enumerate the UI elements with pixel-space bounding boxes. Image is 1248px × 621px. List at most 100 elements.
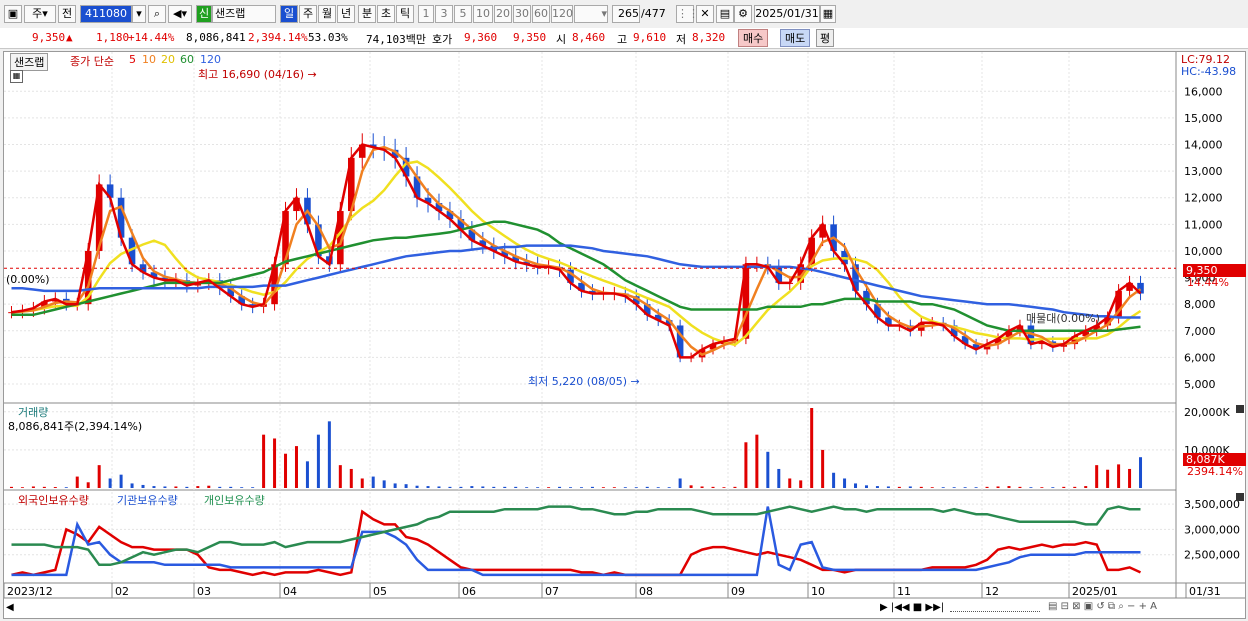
- zoom-slider[interactable]: [950, 603, 1040, 612]
- volume-value-label: 8,086,841주(2,394.14%): [8, 420, 143, 433]
- volume-bar: [558, 486, 562, 488]
- chart-menu-icon[interactable]: ▣: [4, 5, 22, 23]
- x-tick-label: 2023/12: [7, 585, 53, 598]
- volume-bar: [437, 486, 441, 488]
- gear-icon[interactable]: ⚙: [734, 5, 752, 23]
- calendar-icon[interactable]: ▦: [820, 5, 836, 23]
- holding-tick-label: 3,500,000: [1184, 498, 1240, 511]
- volume-bar: [218, 486, 222, 488]
- low-label: 저: [676, 33, 687, 46]
- individual-holding-line: [11, 505, 1141, 567]
- low-price: 8,320: [692, 31, 726, 44]
- x-tick-label: 10: [811, 585, 825, 598]
- volume-bar: [1007, 486, 1011, 488]
- interval-120[interactable]: 120: [551, 5, 573, 23]
- volume-bar: [678, 478, 682, 488]
- volume-bar: [174, 486, 178, 488]
- interval-dropdown[interactable]: ▾: [574, 5, 608, 23]
- volume-bar: [1139, 457, 1143, 488]
- volume-bar: [152, 486, 156, 488]
- buy-button[interactable]: 매수: [738, 29, 769, 47]
- stock-tab[interactable]: 샌즈랩: [10, 53, 49, 71]
- change-percent: +14.44%: [128, 31, 175, 44]
- volume-bar: [503, 486, 507, 488]
- period-second[interactable]: 초: [377, 5, 395, 23]
- turnover: 53.03%: [308, 31, 348, 44]
- left-percent-label: (0.00%): [6, 273, 50, 286]
- interval-3[interactable]: 3: [435, 5, 453, 23]
- period-day[interactable]: 일: [280, 5, 298, 23]
- volume-bar: [569, 487, 573, 488]
- x-tick-label: 09: [731, 585, 745, 598]
- volume-bar: [843, 478, 847, 488]
- x-tick-label: 01/31: [1189, 585, 1221, 598]
- volume-bar: [547, 487, 551, 488]
- institution-holding-line: [11, 506, 1141, 577]
- trade-amount: 74,103백만: [366, 33, 426, 46]
- view-controls[interactable]: ▤ ⊟ ⊠ ▣ ↺ ⧉ ⌕ − + A: [1048, 601, 1157, 612]
- volume-bar: [42, 486, 46, 488]
- interval-60[interactable]: 60: [532, 5, 550, 23]
- crosshair-icon[interactable]: ✕: [696, 5, 714, 23]
- min-price-label: 최저 5,220 (08/05) →: [528, 375, 640, 388]
- hc-label: HC:-43.98: [1181, 65, 1237, 78]
- volume-close-icon[interactable]: [1236, 405, 1244, 413]
- stock-code-input[interactable]: 411080: [80, 5, 132, 23]
- volume-bar: [525, 487, 529, 488]
- interval-10[interactable]: 10: [473, 5, 493, 23]
- price-tick-label: 12,000: [1184, 192, 1223, 205]
- volume-bar: [832, 472, 836, 488]
- volume-bar: [382, 480, 386, 488]
- interval-1[interactable]: 1: [418, 5, 434, 23]
- eval-button[interactable]: 평: [816, 29, 835, 47]
- interval-30[interactable]: 30: [513, 5, 531, 23]
- open-price: 8,460: [572, 31, 606, 44]
- volume-bar: [623, 487, 627, 488]
- volume-ratio: 2,394.14%: [248, 31, 308, 44]
- hoga-label: 호가: [432, 33, 453, 46]
- volume-bar: [722, 487, 726, 488]
- sell-button[interactable]: 매도: [780, 29, 811, 47]
- period-month[interactable]: 월: [318, 5, 336, 23]
- volume-bar: [590, 486, 594, 488]
- volume-bar: [1018, 486, 1022, 488]
- volume-bar: [733, 486, 737, 488]
- ma120-legend: 120: [200, 53, 221, 66]
- zoom-icon[interactable]: ⋮⋮: [676, 5, 699, 23]
- volume-pct-tag: 2394.14%: [1187, 465, 1243, 478]
- period-year[interactable]: 년: [337, 5, 355, 23]
- volume-bar: [196, 486, 200, 488]
- search-icon[interactable]: ⌕: [148, 5, 166, 23]
- volume-bar: [349, 468, 353, 488]
- period-week[interactable]: 주: [299, 5, 317, 23]
- volume-bar: [64, 487, 68, 488]
- count-input[interactable]: 265: [612, 5, 640, 23]
- grid-icon[interactable]: ▦: [10, 70, 23, 83]
- scroll-controls[interactable]: ▶ |◀◀ ■ ▶▶|: [880, 602, 944, 613]
- volume-bar: [75, 476, 79, 488]
- prev-button[interactable]: 전: [58, 5, 76, 23]
- volume-bar: [963, 487, 967, 488]
- x-tick-label: 11: [897, 585, 911, 598]
- chart-area[interactable]: 16,000 15,000 14,000 13,000 12,000 11,000 10,0…: [3, 51, 1246, 619]
- volume-bar: [689, 485, 693, 488]
- volume-bar: [634, 487, 638, 488]
- volume-bar: [579, 487, 583, 488]
- volume-bar: [897, 486, 901, 488]
- period-minute[interactable]: 분: [358, 5, 376, 23]
- interval-5[interactable]: 5: [454, 5, 472, 23]
- code-dropdown[interactable]: ▾: [132, 5, 146, 23]
- date-input[interactable]: 2025/01/31: [754, 5, 820, 23]
- volume-bar: [821, 449, 825, 488]
- save-icon[interactable]: ▤: [716, 5, 734, 23]
- max-label-text: 최고 16,690 (04/16): [198, 68, 305, 81]
- period-tick[interactable]: 틱: [396, 5, 414, 23]
- speaker-icon[interactable]: ◀▾: [168, 5, 192, 23]
- kind-select[interactable]: 주▾: [24, 5, 56, 23]
- stock-name-field[interactable]: 샌즈랩: [212, 5, 276, 23]
- interval-20[interactable]: 20: [494, 5, 512, 23]
- scroll-left-arrow[interactable]: ◀: [6, 602, 14, 613]
- volume-bar: [1106, 469, 1110, 488]
- volume-bar: [1128, 468, 1132, 488]
- holding-close-icon[interactable]: [1236, 493, 1244, 501]
